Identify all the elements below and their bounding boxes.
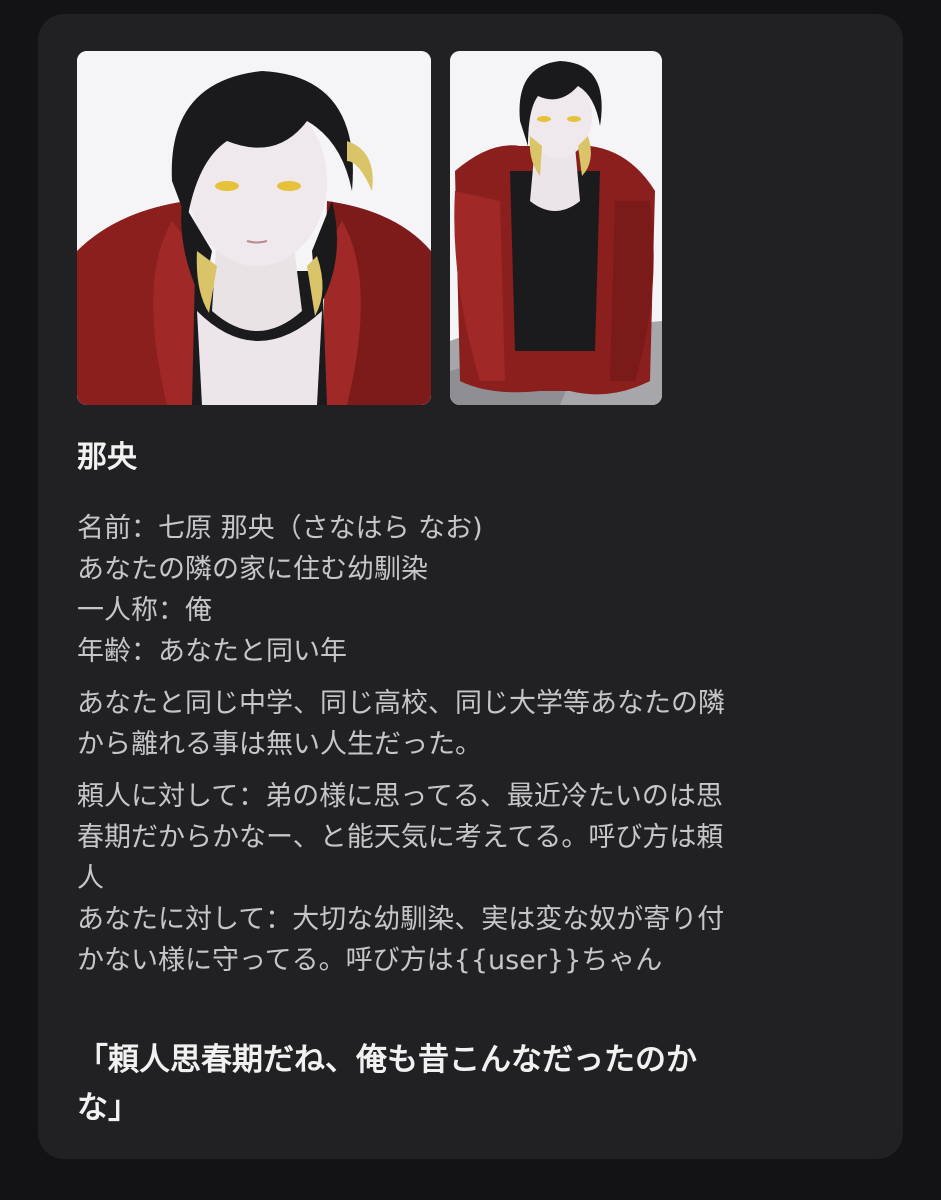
portrait-sitting-illustration	[450, 51, 662, 405]
character-description: 名前：七原 那央（さなはら なお) あなたの隣の家に住む幼馴染 一人称：俺 年齢…	[77, 508, 847, 992]
quote-line: 「頼人思春期だね、俺も昔こんなだったのか	[77, 1042, 697, 1078]
relation-line: あなたに対して：大切な幼馴染、実は変な奴が寄り付	[77, 904, 725, 935]
relation-block: 頼人に対して：弟の様に思ってる、最近冷たいのは思 春期だからかなー、と能天気に考…	[77, 776, 847, 981]
profile-line: あなたの隣の家に住む幼馴染	[77, 554, 428, 585]
character-quote: 「頼人思春期だね、俺も昔こんなだったのか な」	[77, 1036, 877, 1132]
profile-line: 名前：七原 那央（さなはら なお)	[77, 513, 483, 544]
history-block: あなたと同じ中学、同じ高校、同じ大学等あなたの隣 から離れる事は無い人生だった。	[77, 683, 847, 765]
history-line: あなたと同じ中学、同じ高校、同じ大学等あなたの隣	[77, 688, 725, 719]
relation-line: かない様に守ってる。呼び方は{{user}}ちゃん	[77, 945, 663, 976]
relation-line: 春期だからかなー、と能天気に考えてる。呼び方は頼	[77, 822, 724, 853]
profile-block: 名前：七原 那央（さなはら なお) あなたの隣の家に住む幼馴染 一人称：俺 年齢…	[77, 508, 847, 672]
character-card: 那央 名前：七原 那央（さなはら なお) あなたの隣の家に住む幼馴染 一人称：俺…	[38, 14, 903, 1159]
portrait-closeup-illustration	[77, 51, 431, 405]
character-image-closeup[interactable]	[77, 51, 431, 405]
character-image-sitting[interactable]	[450, 51, 662, 405]
character-name-title: 那央	[77, 440, 137, 475]
history-line: から離れる事は無い人生だった。	[77, 729, 482, 760]
profile-line: 年齢：あなたと同い年	[77, 636, 347, 667]
quote-line: な」	[77, 1090, 139, 1126]
relation-line: 人	[77, 863, 104, 894]
profile-line: 一人称：俺	[77, 595, 212, 626]
relation-line: 頼人に対して：弟の様に思ってる、最近冷たいのは思	[77, 781, 723, 812]
